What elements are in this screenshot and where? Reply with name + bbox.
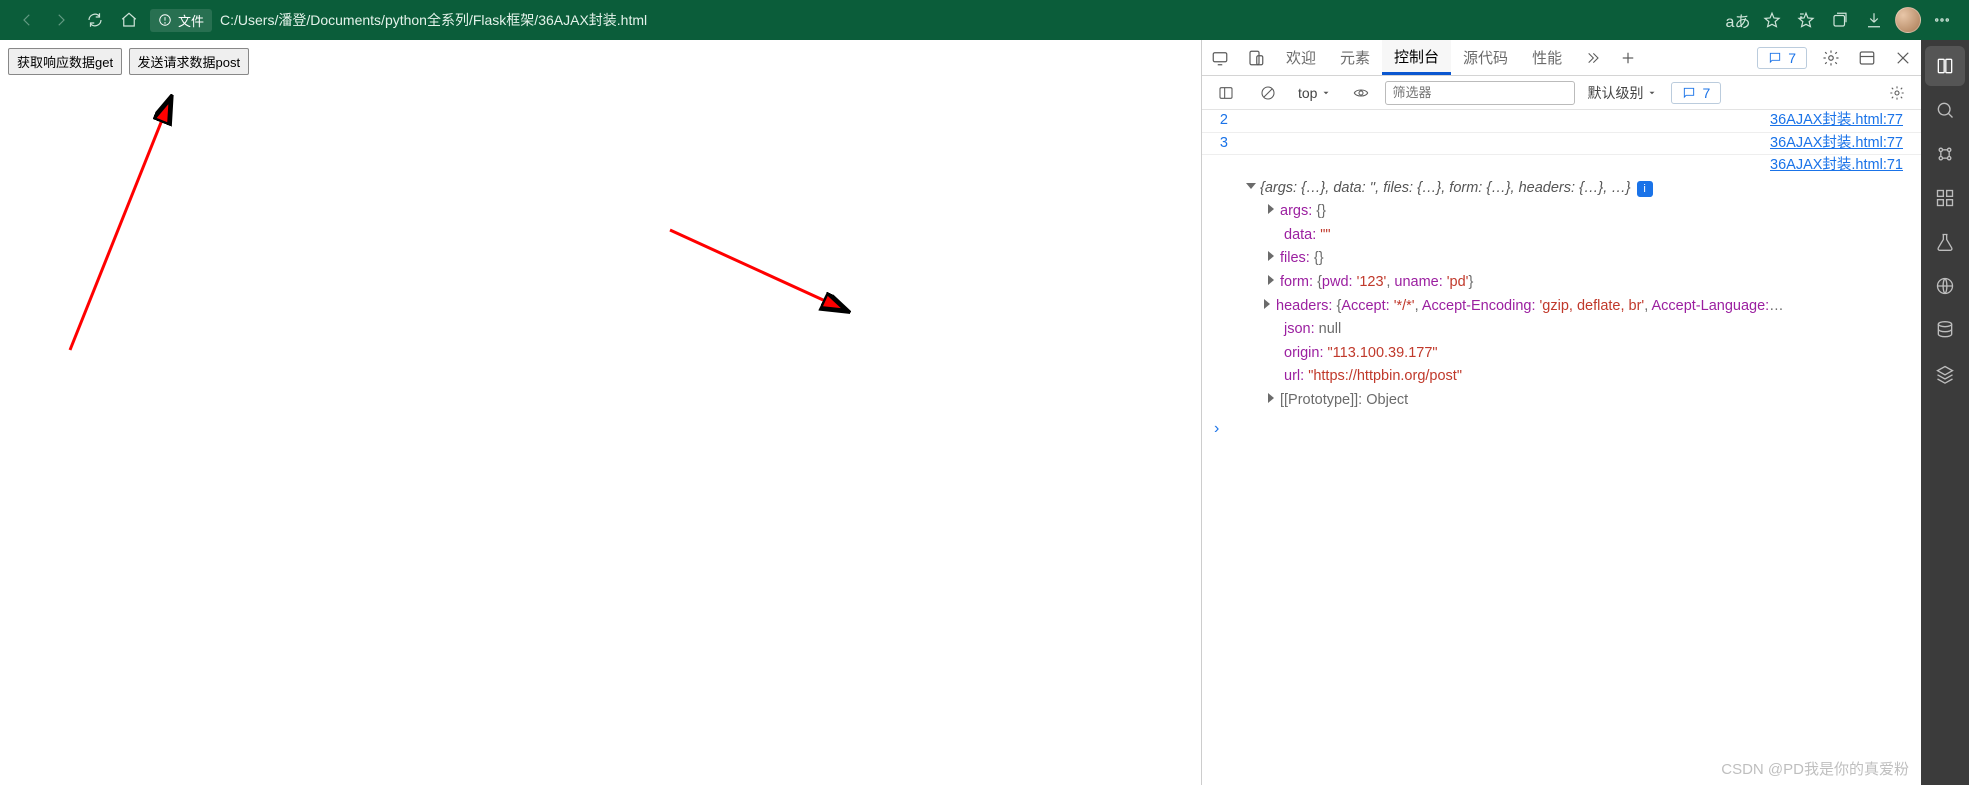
edge-sidebar: [1921, 40, 1969, 785]
filter-input[interactable]: [1385, 81, 1575, 105]
get-button[interactable]: 获取响应数据get: [8, 48, 122, 75]
favorites-list-icon[interactable]: [1789, 3, 1823, 37]
refresh-button[interactable]: [78, 3, 112, 37]
console-prompt[interactable]: ›: [1202, 412, 1921, 446]
post-button[interactable]: 发送请求数据post: [129, 48, 250, 75]
watermark: CSDN @PD我是你的真爱粉: [1721, 758, 1909, 779]
file-badge: 文件: [150, 9, 212, 32]
layers-icon[interactable]: [1925, 354, 1965, 394]
source-link[interactable]: 36AJAX封装.html:77: [1770, 111, 1913, 131]
dock-icon[interactable]: [1849, 49, 1885, 67]
search-icon[interactable]: [1925, 90, 1965, 130]
read-aloud-icon[interactable]: aあ: [1721, 3, 1755, 37]
collections-icon[interactable]: [1823, 3, 1857, 37]
source-link[interactable]: 36AJAX封装.html:71: [1770, 156, 1913, 176]
forward-button[interactable]: [44, 3, 78, 37]
sidebar-toggle-icon[interactable]: [1208, 85, 1244, 101]
log-value: 2: [1202, 111, 1238, 131]
obj-data: data: "": [1202, 224, 1921, 248]
obj-origin: origin: "113.100.39.177": [1202, 342, 1921, 366]
browser-chrome: 文件 C:/Users/潘登/Documents/python全系列/Flask…: [0, 0, 1969, 40]
copilot-icon[interactable]: [1925, 46, 1965, 86]
tab-welcome[interactable]: 欢迎: [1274, 40, 1328, 75]
tab-console[interactable]: 控制台: [1382, 40, 1451, 75]
console-toolbar: top 默认级别 7: [1202, 76, 1921, 110]
home-button[interactable]: [112, 3, 146, 37]
obj-form[interactable]: form: {pwd: '123', uname: 'pd'}: [1202, 271, 1921, 295]
clear-console-icon[interactable]: [1250, 85, 1286, 101]
tab-performance[interactable]: 性能: [1520, 40, 1574, 75]
obj-headers[interactable]: headers: {Accept: '*/*', Accept-Encoding…: [1202, 295, 1921, 319]
info-icon[interactable]: i: [1637, 181, 1653, 197]
devtools-tabbar: 欢迎 元素 控制台 源代码 性能 7: [1202, 40, 1921, 76]
obj-url: url: "https://httpbin.org/post": [1202, 365, 1921, 389]
context-selector[interactable]: top: [1292, 83, 1337, 103]
database-icon[interactable]: [1925, 310, 1965, 350]
obj-prototype[interactable]: [[Prototype]]: Object: [1202, 389, 1921, 413]
address-bar[interactable]: 文件 C:/Users/潘登/Documents/python全系列/Flask…: [150, 5, 647, 35]
url-text: C:/Users/潘登/Documents/python全系列/Flask框架/…: [220, 10, 647, 30]
more-tabs-icon[interactable]: [1574, 50, 1610, 66]
flask-icon[interactable]: [1925, 222, 1965, 262]
obj-files[interactable]: files: {}: [1202, 247, 1921, 271]
globe-icon[interactable]: [1925, 266, 1965, 306]
issues-badge[interactable]: 7: [1757, 47, 1807, 69]
level-selector[interactable]: 默认级别: [1581, 81, 1663, 105]
favorite-icon[interactable]: [1755, 3, 1789, 37]
tools-icon[interactable]: [1925, 134, 1965, 174]
close-devtools-icon[interactable]: [1885, 49, 1921, 67]
downloads-icon[interactable]: [1857, 3, 1891, 37]
log-value: 3: [1202, 134, 1238, 154]
add-tab-icon[interactable]: [1610, 49, 1646, 67]
device-toggle-icon[interactable]: [1238, 49, 1274, 67]
toolbar-issues-badge[interactable]: 7: [1671, 82, 1721, 104]
page-content: 获取响应数据get 发送请求数据post: [0, 40, 1201, 785]
console-settings-icon[interactable]: [1879, 85, 1915, 101]
tab-elements[interactable]: 元素: [1328, 40, 1382, 75]
obj-json: json: null: [1202, 318, 1921, 342]
obj-args[interactable]: args: {}: [1202, 200, 1921, 224]
source-link[interactable]: 36AJAX封装.html:77: [1770, 134, 1913, 154]
console-output[interactable]: 2 36AJAX封装.html:77 3 36AJAX封装.html:77 36AJ…: [1202, 110, 1921, 785]
more-icon[interactable]: [1925, 3, 1959, 37]
tab-sources[interactable]: 源代码: [1451, 40, 1520, 75]
profile-avatar[interactable]: [1891, 3, 1925, 37]
settings-icon[interactable]: [1813, 49, 1849, 67]
back-button[interactable]: [10, 3, 44, 37]
inspect-icon[interactable]: [1202, 49, 1238, 67]
devtools-panel: 欢迎 元素 控制台 源代码 性能 7 top 默认级别 7 236AJAX封: [1201, 40, 1921, 785]
object-summary[interactable]: {args: {…}, data: '', files: {…}, form: …: [1202, 177, 1921, 201]
live-expression-icon[interactable]: [1343, 85, 1379, 101]
apps-icon[interactable]: [1925, 178, 1965, 218]
